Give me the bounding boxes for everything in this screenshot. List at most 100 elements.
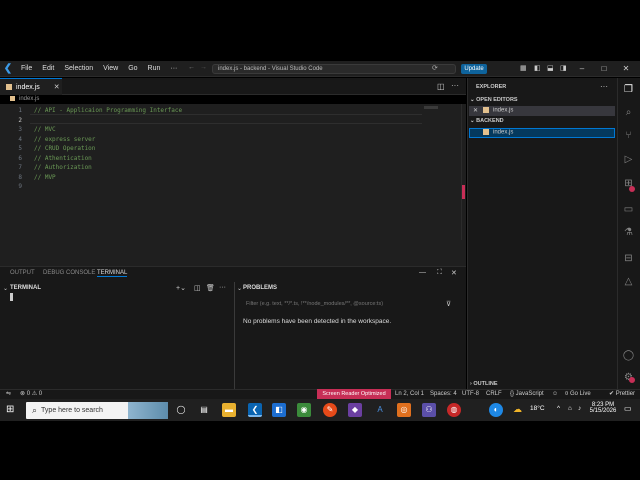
cursor-position[interactable]: Ln 2, Col 1 — [395, 390, 424, 399]
app-a-icon[interactable]: A — [373, 403, 387, 417]
search-icon[interactable]: ⌕ — [622, 106, 635, 119]
editor-scrollbar[interactable] — [461, 104, 465, 240]
explorer-more-icon[interactable]: ··· — [600, 82, 608, 91]
app-orange-icon[interactable]: ◎ — [397, 403, 411, 417]
testing-icon[interactable]: ⚗ — [622, 226, 635, 239]
deploy-icon[interactable]: △ — [622, 275, 635, 288]
explorer-icon[interactable]: ❐ — [622, 83, 635, 96]
breadcrumb[interactable]: index.js — [10, 96, 39, 102]
tab-output[interactable]: OUTPUT — [10, 270, 35, 276]
minimize-icon[interactable]: – — [575, 62, 589, 76]
encoding-status[interactable]: UTF-8 — [462, 390, 479, 399]
kill-terminal-icon[interactable]: 🗑 — [206, 284, 215, 292]
account-icon[interactable]: ◯ — [622, 349, 635, 362]
file-tree-item-label: index.js — [483, 129, 513, 136]
customize-layout-icon[interactable]: ▦ — [520, 64, 527, 72]
screen-reader-status[interactable]: Screen Reader Optimized — [317, 389, 391, 399]
indentation-status[interactable]: Spaces: 4 — [430, 390, 457, 399]
panel-more-icon[interactable]: — — [419, 269, 426, 276]
edge-icon[interactable]: ◐ — [489, 403, 503, 417]
tray-overflow-icon[interactable]: ^ — [557, 405, 560, 412]
windows-start-icon[interactable]: ⊞ — [6, 404, 14, 415]
chrome-icon[interactable]: ◉ — [297, 403, 311, 417]
update-button[interactable]: Update — [461, 64, 487, 74]
command-center[interactable]: index.js - backend - Visual Studio Code — [212, 64, 456, 74]
app-red-icon[interactable]: ◍ — [447, 403, 461, 417]
copilot-status-icon[interactable]: ☺ — [552, 390, 558, 399]
menu-view[interactable]: View — [98, 65, 123, 72]
problems-status[interactable]: ⊗ 0 ⚠ 0 — [20, 390, 42, 399]
problems-filter-input[interactable]: Filter (e.g. text, **/*.ts, !**/node_mod… — [240, 299, 460, 309]
tab-terminal[interactable]: TERMINAL — [97, 270, 128, 277]
go-live-status[interactable]: ¤ Go Live — [565, 390, 591, 399]
editor-empty-area[interactable] — [0, 240, 466, 266]
maximize-panel-icon[interactable]: ⛶ — [437, 269, 442, 277]
tab-debug-console[interactable]: DEBUG CONSOLE — [43, 270, 95, 276]
terminal-more-icon[interactable]: ··· — [219, 284, 226, 291]
toggle-sidebar-icon[interactable]: ◧ — [534, 64, 541, 72]
line-number: 5 — [18, 145, 22, 152]
remote-icon[interactable]: ⇋ — [6, 390, 11, 399]
eol-status[interactable]: CRLF — [486, 390, 502, 399]
notifications-icon[interactable]: ▭ — [624, 404, 632, 413]
close-panel-icon[interactable]: ✕ — [451, 269, 457, 277]
widgets-icon[interactable]: ▤ — [197, 403, 211, 417]
vscode-logo-icon: ❮ — [3, 63, 13, 74]
open-editors-header[interactable]: ⌄ OPEN EDITORS — [470, 97, 518, 103]
store-icon[interactable]: ◧ — [272, 403, 286, 417]
task-view-icon[interactable]: ◯ — [174, 403, 188, 417]
volume-icon[interactable]: ♪ — [578, 405, 581, 412]
terminal-pane[interactable] — [0, 282, 233, 389]
chevron-down-icon[interactable]: ⌄ — [3, 285, 8, 292]
editor-tab[interactable]: index.js ✕ — [0, 78, 62, 95]
split-terminal-icon[interactable]: ◫ — [194, 284, 201, 292]
nav-forward-icon[interactable]: → — [200, 64, 207, 71]
nav-back-icon[interactable]: ← — [188, 64, 195, 71]
menu-edit[interactable]: Edit — [37, 65, 59, 72]
outline-header[interactable]: › OUTLINE — [470, 381, 498, 387]
folder-header[interactable]: ⌄ BACKEND — [470, 118, 504, 124]
line-number: 3 — [18, 126, 22, 133]
obsidian-icon[interactable]: ◆ — [348, 403, 362, 417]
close-window-icon[interactable]: ✕ — [619, 62, 633, 76]
prettier-status[interactable]: ✔ Prettier — [609, 390, 635, 399]
split-editor-icon[interactable]: ◫ — [437, 82, 445, 91]
network-icon[interactable]: ⌂ — [568, 405, 572, 412]
menu-go[interactable]: Go — [123, 65, 142, 72]
menu-file[interactable]: File — [16, 65, 37, 72]
explorer-title: EXPLORER — [476, 84, 507, 90]
line-number: 8 — [18, 173, 22, 181]
editor-more-icon[interactable]: ··· — [451, 81, 459, 90]
postman-icon[interactable]: ✎ — [323, 403, 337, 417]
teams-icon[interactable]: ⚇ — [422, 403, 436, 417]
folder-label: BACKEND — [476, 118, 504, 124]
code-line: // Athentication — [34, 154, 92, 162]
copilot-icon[interactable]: ⟳ — [432, 64, 438, 72]
docker-icon[interactable]: ⊟ — [622, 252, 635, 265]
menu-selection[interactable]: Selection — [59, 65, 98, 72]
menu-more[interactable]: ··· — [165, 65, 182, 72]
file-explorer-icon[interactable]: ▬ — [222, 403, 236, 417]
vscode-taskbar-icon[interactable]: ❮ — [248, 403, 262, 417]
scrollbar-marker — [462, 185, 465, 199]
minimap[interactable] — [424, 106, 438, 109]
language-mode[interactable]: {} JavaScript — [510, 390, 544, 399]
code-line: // express server — [34, 135, 96, 143]
remote-explorer-icon[interactable]: ▭ — [622, 203, 635, 216]
weather-temp[interactable]: 18°C — [530, 405, 545, 412]
breadcrumb-file[interactable]: index.js — [19, 96, 39, 102]
taskbar-search-placeholder: Type here to search — [41, 407, 103, 414]
source-control-icon[interactable]: ⑂ — [622, 129, 635, 142]
close-editor-icon[interactable]: ✕ — [473, 107, 478, 114]
toggle-secondary-sidebar-icon[interactable]: ◨ — [560, 64, 567, 72]
run-debug-icon[interactable]: ▷ — [622, 153, 635, 166]
chevron-down-icon[interactable]: ⌄ — [237, 285, 242, 292]
filter-icon[interactable]: ⊽ — [446, 300, 451, 308]
clock[interactable]: 8:23 PM 5/15/2026 — [586, 402, 620, 414]
menu-run[interactable]: Run — [143, 65, 166, 72]
line-number-gutter: 1 2 3 4 5 6 7 8 9 — [0, 106, 22, 192]
toggle-panel-icon[interactable]: ⬓ — [547, 64, 554, 72]
maximize-icon[interactable]: □ — [597, 62, 611, 76]
new-terminal-icon[interactable]: +⌄ — [176, 284, 186, 292]
close-tab-icon[interactable]: ✕ — [54, 83, 60, 91]
